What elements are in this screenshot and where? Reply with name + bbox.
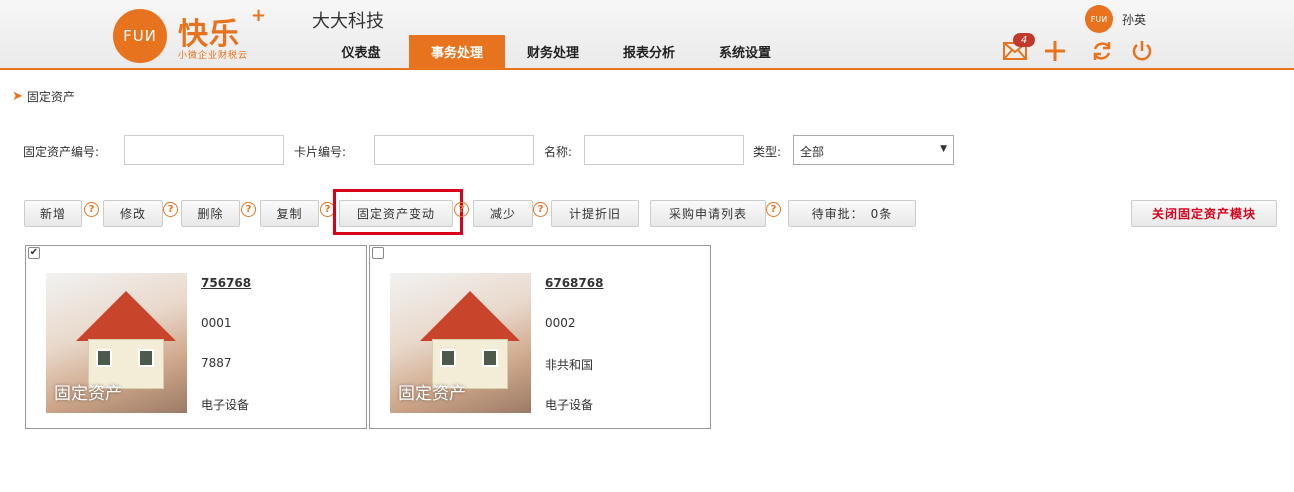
nav-tab-finance[interactable]: 财务处理 — [505, 35, 601, 68]
card-no-label: 卡片编号: — [294, 145, 347, 159]
logo-plus: + — [251, 5, 267, 26]
refresh-icon[interactable] — [1089, 38, 1115, 64]
main-nav: 仪表盘 事务处理 财务处理 报表分析 系统设置 — [313, 35, 793, 68]
add-button[interactable]: 新增 — [24, 200, 82, 227]
asset-name: 非共和国 — [545, 358, 594, 372]
arrow-right-icon: ➤ — [12, 89, 23, 104]
reduce-button[interactable]: 减少 — [473, 200, 533, 227]
type-select[interactable]: 全部 ▼ — [793, 135, 954, 165]
avatar[interactable]: FUИ — [1085, 5, 1113, 33]
user-name[interactable]: 孙英 — [1122, 11, 1146, 28]
help-icon[interactable]: ? — [766, 202, 781, 217]
caret-down-icon: ▼ — [940, 144, 947, 154]
edit-button[interactable]: 修改 — [103, 200, 163, 227]
asset-number: 0002 — [545, 316, 576, 330]
card-no-input[interactable] — [374, 135, 534, 165]
type-select-value: 全部 — [800, 145, 825, 159]
breadcrumb-current: 固定资产 — [26, 90, 75, 104]
logo-title: 快乐 — [178, 17, 240, 52]
image-caption: 固定资产 — [54, 384, 122, 404]
asset-code-link[interactable]: 6768768 — [545, 276, 603, 290]
asset-card[interactable]: 固定资产 6768768 0002 非共和国 电子设备 — [369, 245, 711, 429]
purchase-list-button[interactable]: 采购申请列表 — [650, 200, 766, 227]
asset-type: 电子设备 — [201, 398, 250, 412]
house-image: 固定资产 — [46, 273, 187, 413]
card-checkbox[interactable] — [372, 247, 384, 259]
app-header: FUИ 快乐 + 小微企业财税云 大大科技 仪表盘 事务处理 财务处理 报表分析… — [0, 0, 1294, 70]
highlight-box — [333, 189, 463, 235]
asset-no-label: 固定资产编号: — [23, 145, 100, 159]
company-name: 大大科技 — [312, 11, 384, 32]
search-form: 固定资产编号: 卡片编号: 名称: 类型: 全部 ▼ — [0, 135, 1294, 165]
nav-tab-reports[interactable]: 报表分析 — [601, 35, 697, 68]
close-module-button[interactable]: 关闭固定资产模块 — [1131, 200, 1277, 227]
depreciation-button[interactable]: 计提折旧 — [551, 200, 639, 227]
type-label: 类型: — [753, 145, 782, 159]
help-icon[interactable]: ? — [454, 202, 469, 217]
nav-tab-business[interactable]: 事务处理 — [409, 35, 505, 68]
name-label: 名称: — [544, 145, 573, 159]
delete-button[interactable]: 删除 — [181, 200, 240, 227]
breadcrumb: ➤ 固定资产 — [12, 88, 75, 105]
nav-tab-settings[interactable]: 系统设置 — [697, 35, 793, 68]
logo-subtitle: 小微企业财税云 — [178, 51, 249, 61]
help-icon[interactable]: ? — [241, 202, 256, 217]
card-checkbox[interactable]: ✔ — [28, 247, 40, 259]
asset-code-link[interactable]: 756768 — [201, 276, 251, 290]
asset-name: 7887 — [201, 356, 232, 370]
help-icon[interactable]: ? — [163, 202, 178, 217]
pending-approval-button[interactable]: 待审批： 0条 — [788, 200, 916, 227]
asset-number: 0001 — [201, 316, 232, 330]
asset-no-input[interactable] — [124, 135, 284, 165]
help-icon[interactable]: ? — [84, 202, 99, 217]
name-input[interactable] — [584, 135, 744, 165]
asset-type: 电子设备 — [545, 398, 594, 412]
plus-icon[interactable] — [1042, 38, 1068, 64]
logo-badge: FUИ — [113, 9, 167, 63]
mail-badge: 4 — [1013, 33, 1035, 47]
copy-button[interactable]: 复制 — [260, 200, 319, 227]
asset-card[interactable]: ✔ 固定资产 756768 0001 7887 电子设备 — [25, 245, 367, 429]
house-image: 固定资产 — [390, 273, 531, 413]
help-icon[interactable]: ? — [533, 202, 548, 217]
nav-tab-dashboard[interactable]: 仪表盘 — [313, 35, 409, 68]
image-caption: 固定资产 — [398, 384, 466, 404]
power-icon[interactable] — [1129, 38, 1155, 64]
